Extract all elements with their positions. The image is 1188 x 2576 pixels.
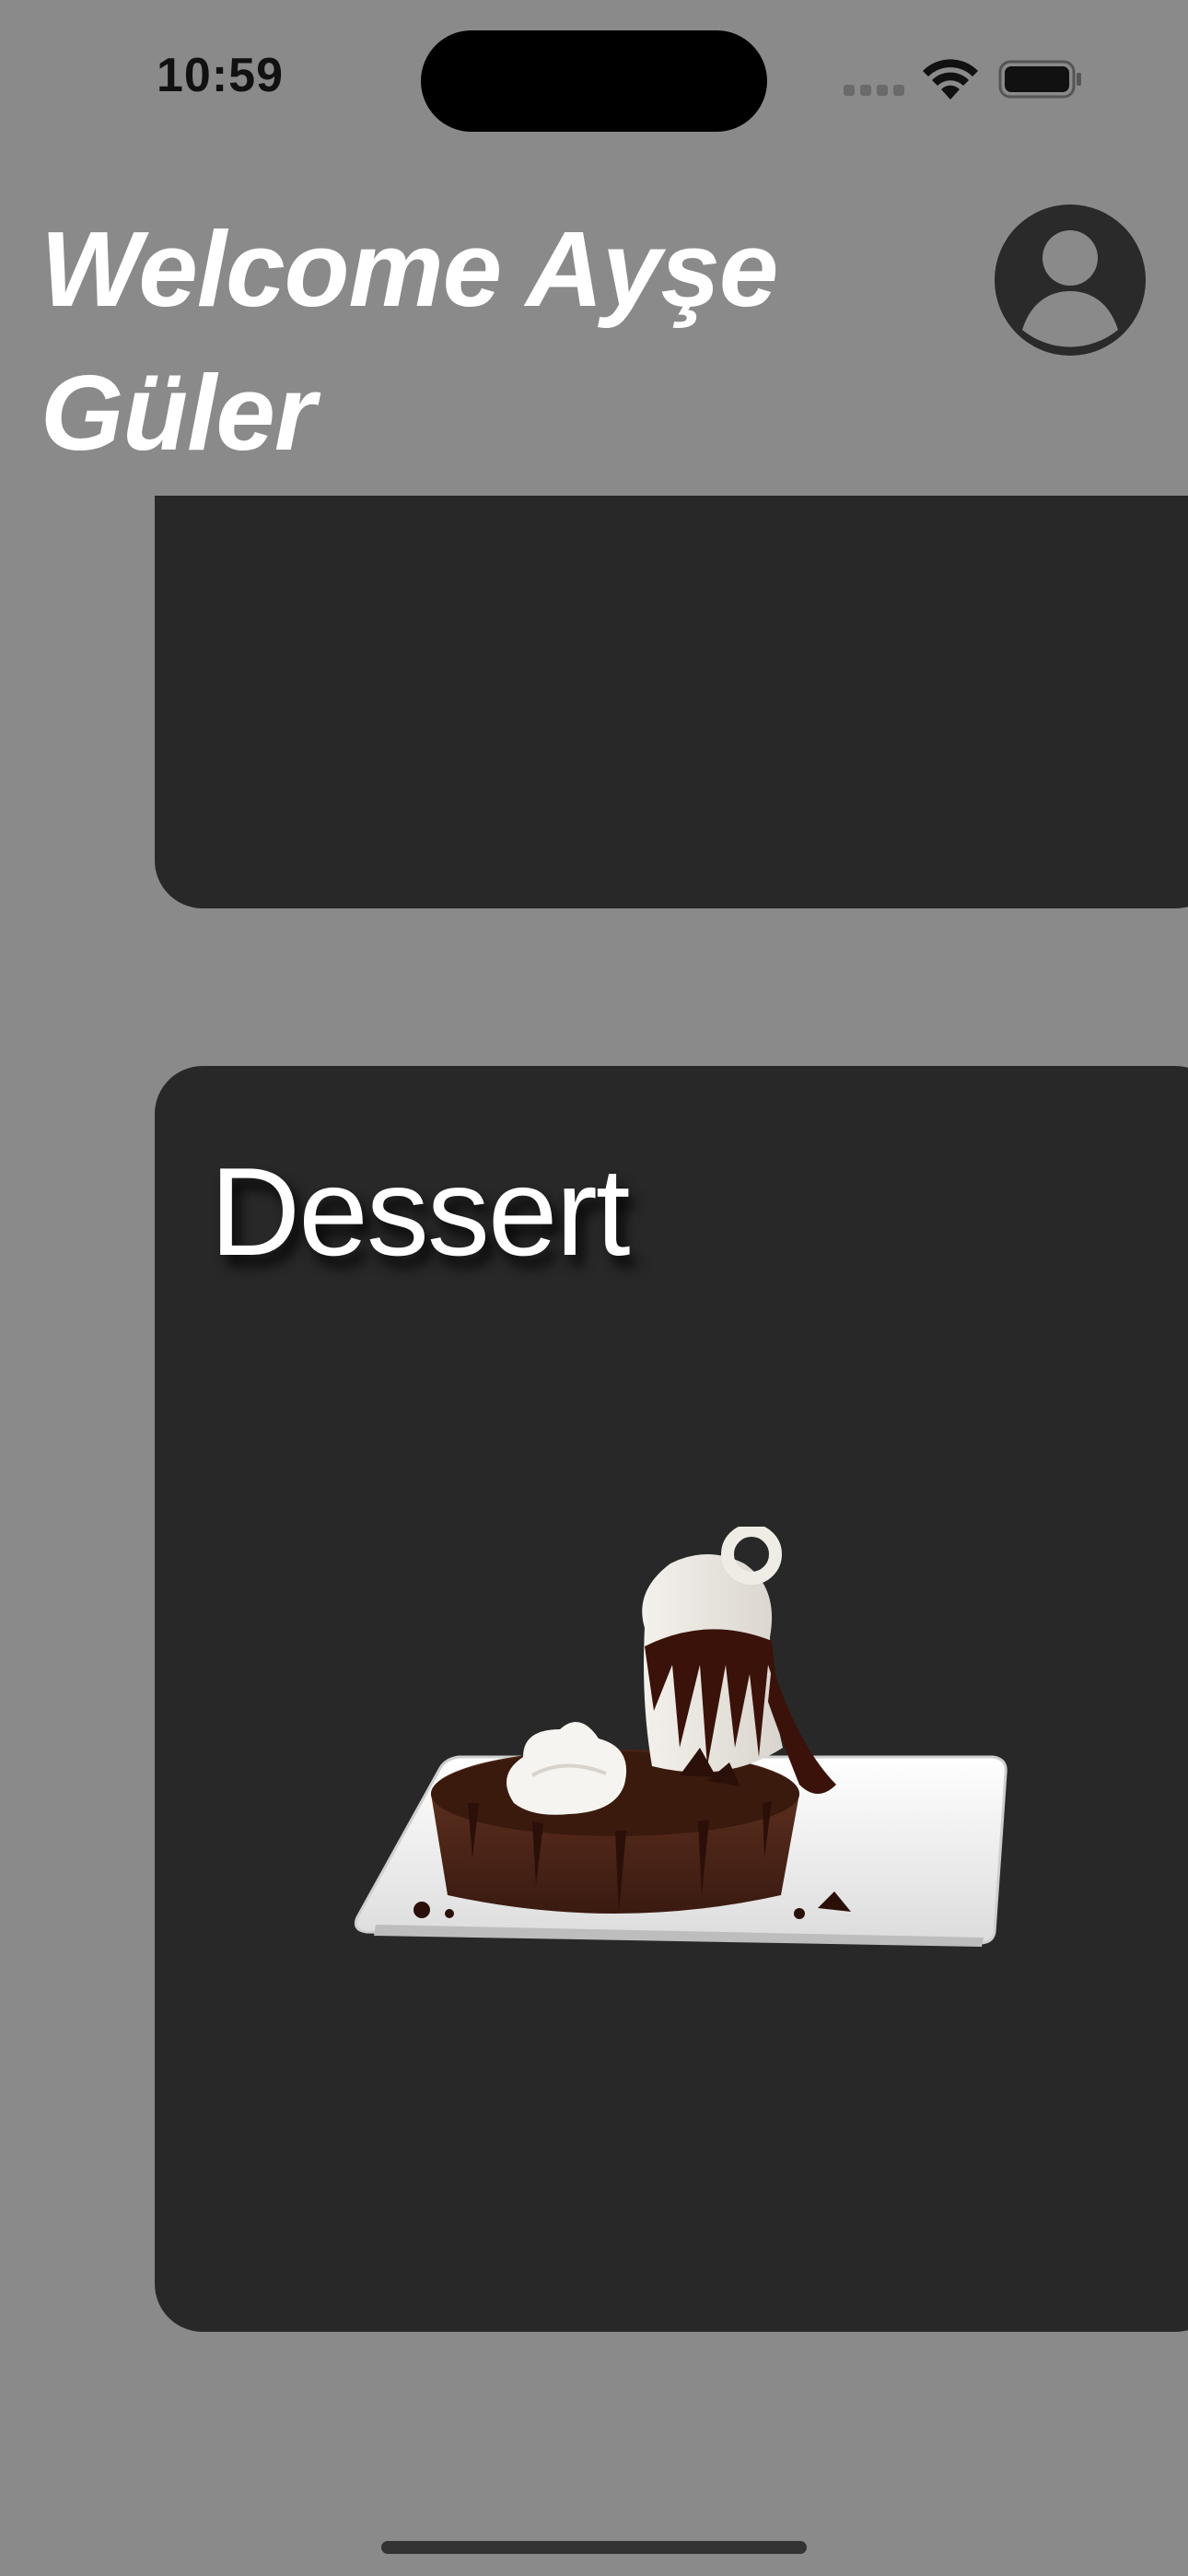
- status-time: 10:59: [157, 49, 284, 102]
- dynamic-island: [421, 30, 767, 132]
- person-circle-icon: [995, 205, 1146, 356]
- wifi-icon: [923, 59, 978, 100]
- home-indicator[interactable]: [381, 2541, 807, 2554]
- welcome-title: Welcome Ayşe Güler: [41, 209, 778, 473]
- category-title: Dessert: [210, 1142, 631, 1282]
- chocolate-lava-cake-with-ice-cream-image: [354, 1527, 1007, 1947]
- status-bar: 10:59: [0, 0, 1188, 157]
- category-card-dessert[interactable]: Dessert: [155, 1066, 1188, 2332]
- cellular-signal-icon: [844, 85, 904, 98]
- app-screen: 10:59 Welcome Ayşe Güler Dessert: [0, 0, 1188, 2576]
- battery-icon: [998, 60, 1081, 99]
- profile-button[interactable]: [995, 205, 1146, 356]
- app-header: Welcome Ayşe Güler: [0, 157, 1188, 496]
